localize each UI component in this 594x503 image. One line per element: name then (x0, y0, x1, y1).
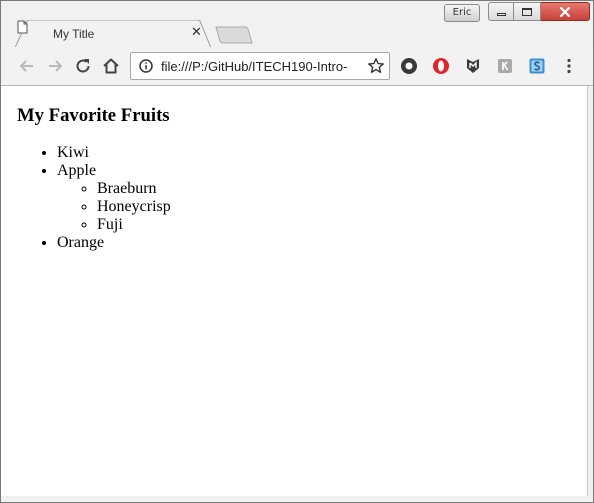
tab-shape (15, 20, 211, 48)
list-item-apple: Apple Braeburn Honeycrisp Fuji (57, 162, 171, 234)
minimize-button[interactable] (488, 2, 514, 21)
tab-active[interactable]: My Title ✕ (15, 20, 211, 48)
menu-button[interactable] (559, 56, 579, 76)
minimize-icon (496, 12, 506, 16)
list-item-kiwi: Kiwi (57, 144, 171, 162)
tab-close-button[interactable]: ✕ (191, 26, 202, 40)
arrow-right-icon (49, 60, 63, 72)
list-item-label: Orange (57, 234, 105, 251)
sub-list-item-label: Braeburn (97, 180, 157, 197)
window-controls (488, 2, 590, 21)
shield-m-icon (467, 59, 479, 73)
browser-window: Eric My Title ✕ file:///P:/GitHub/ITECH1… (0, 0, 594, 503)
extension-puzzle-button[interactable] (495, 56, 515, 76)
close-window-button[interactable] (541, 2, 590, 21)
new-tab-button[interactable] (215, 26, 253, 44)
page-content: My Favorite Fruits Kiwi Apple Braeburn H… (1, 86, 588, 496)
arrow-left-icon (19, 60, 33, 72)
extension-s-button[interactable] (527, 56, 547, 76)
puzzle-k-icon (498, 59, 512, 73)
home-icon (103, 58, 119, 74)
page-heading: My Favorite Fruits (17, 105, 170, 126)
reload-button[interactable] (73, 56, 93, 76)
window-bottom-border (1, 496, 593, 502)
back-button[interactable] (17, 56, 37, 76)
info-icon[interactable] (139, 59, 153, 73)
list-item-label: Apple (57, 162, 97, 179)
list-item-orange: Orange (57, 234, 171, 252)
extension-shield-button[interactable] (463, 56, 483, 76)
toolbar: file:///P:/GitHub/ITECH190-Intro- (1, 47, 593, 86)
tab-title: My Title (53, 27, 95, 41)
sub-list-item: Fuji (97, 216, 171, 234)
list-item-label: Kiwi (57, 144, 89, 161)
record-icon (401, 58, 417, 74)
opera-icon (433, 58, 449, 74)
sub-list-item-label: Fuji (97, 216, 123, 233)
maximize-button[interactable] (514, 2, 541, 21)
extension-opera-button[interactable] (431, 56, 451, 76)
fruit-list: Kiwi Apple Braeburn Honeycrisp Fuji Oran… (17, 144, 171, 252)
s-square-icon (529, 58, 545, 74)
title-bar: Eric My Title ✕ (1, 1, 593, 48)
sub-list-item: Braeburn (97, 180, 171, 198)
forward-button[interactable] (45, 56, 65, 76)
apple-variety-list: Braeburn Honeycrisp Fuji (57, 180, 171, 234)
star-icon[interactable] (367, 57, 385, 75)
kebab-menu-icon (567, 58, 571, 74)
url-text[interactable]: file:///P:/GitHub/ITECH190-Intro- (161, 59, 366, 74)
page-icon (17, 20, 28, 34)
sub-list-item-label: Honeycrisp (97, 198, 171, 215)
maximize-icon (522, 7, 532, 16)
profile-button[interactable]: Eric (444, 4, 480, 22)
reload-icon (76, 59, 90, 73)
home-button[interactable] (101, 56, 121, 76)
extension-record-button[interactable] (399, 56, 419, 76)
sub-list-item: Honeycrisp (97, 198, 171, 216)
address-bar[interactable]: file:///P:/GitHub/ITECH190-Intro- (130, 52, 390, 80)
close-icon (559, 6, 571, 17)
